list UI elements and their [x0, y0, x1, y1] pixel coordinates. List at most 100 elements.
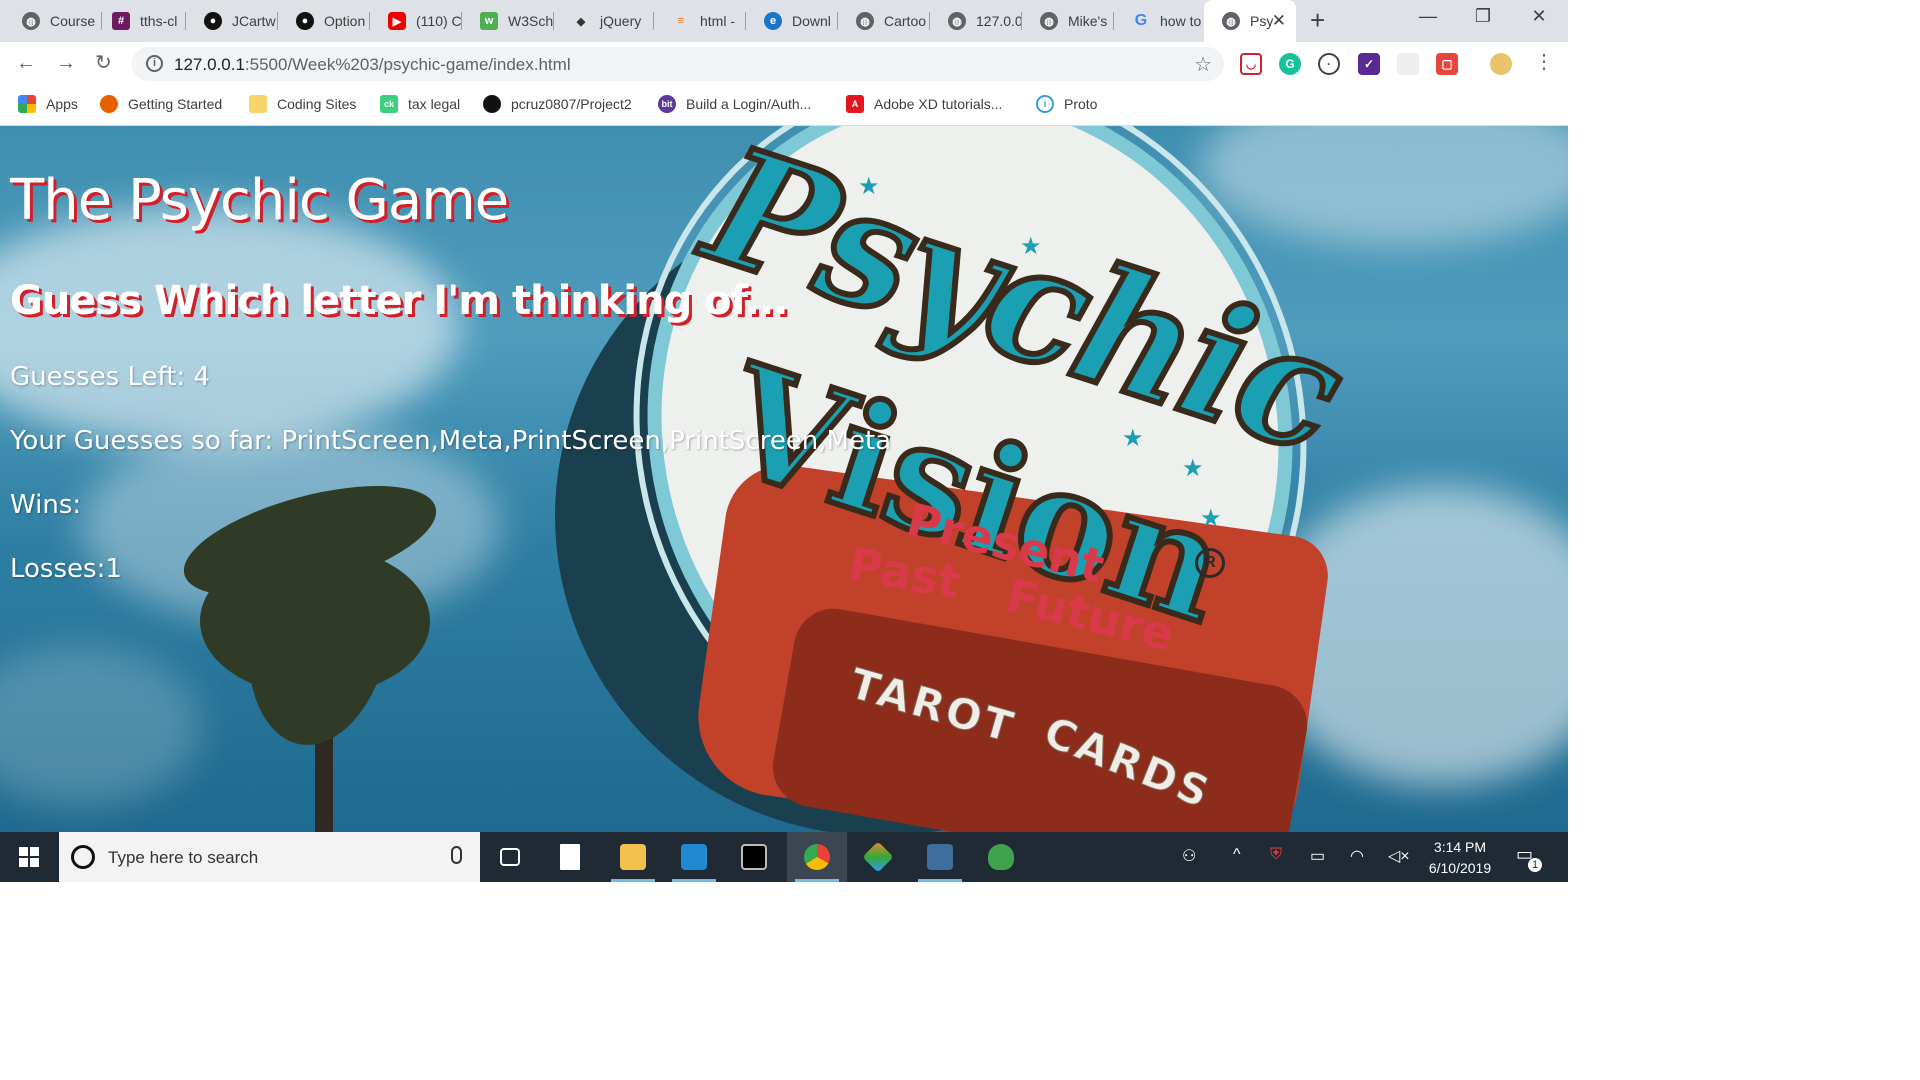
new-tab-button[interactable]: +: [1310, 6, 1325, 34]
edge-icon: e: [764, 12, 782, 30]
bookmark-adobe-xd[interactable]: A Adobe XD tutorials...: [846, 95, 1002, 113]
address-bar[interactable]: i 127.0.0.1:5500/Week%203/psychic-game/i…: [132, 47, 1224, 81]
info-icon[interactable]: i: [146, 55, 163, 72]
tab-html[interactable]: ≡ html -: [654, 8, 746, 34]
reload-icon[interactable]: ↻: [95, 52, 112, 74]
tab-jcartw[interactable]: ● JCartw: [186, 8, 278, 34]
tab-psychic-active[interactable]: ◍ Psy ✕: [1204, 0, 1296, 42]
bookmark-star-icon[interactable]: ☆: [1194, 52, 1212, 77]
taskbar-file[interactable]: [540, 832, 600, 882]
bookmark-label: tax legal: [408, 96, 461, 112]
bookmark-apps[interactable]: Apps: [18, 95, 78, 113]
back-arrow-icon[interactable]: ←: [16, 52, 36, 74]
taskbar-terminal[interactable]: [724, 832, 784, 882]
chevron-up-icon[interactable]: ^: [1233, 846, 1241, 864]
file-icon: [560, 844, 580, 870]
tab-localhost[interactable]: ◍ 127.0.0: [930, 8, 1022, 34]
tab-mikes[interactable]: ◍ Mike's: [1022, 8, 1114, 34]
url-text[interactable]: 127.0.0.1:5500/Week%203/psychic-game/ind…: [174, 55, 571, 75]
tab-w3schools[interactable]: w W3Sch: [462, 8, 554, 34]
taskbar-gitkraken[interactable]: [848, 832, 908, 882]
bookmark-label: Build a Login/Auth...: [686, 96, 812, 112]
volume-muted-icon[interactable]: ◁×: [1388, 846, 1410, 866]
tab-how-to[interactable]: G how to: [1114, 8, 1206, 34]
bookmark-tax-legal[interactable]: ck tax legal: [380, 95, 460, 113]
close-window-button[interactable]: ✕: [1517, 6, 1561, 27]
bookmark-getting-started[interactable]: Getting Started: [100, 95, 222, 113]
start-button[interactable]: [0, 832, 58, 882]
people-icon[interactable]: ⚇: [1182, 846, 1196, 866]
forward-arrow-icon[interactable]: →: [56, 52, 76, 74]
search-placeholder: Type here to search: [108, 848, 259, 867]
bookmark-label: Apps: [46, 96, 78, 112]
menu-kebab-icon[interactable]: ⋮: [1534, 51, 1554, 73]
system-clock[interactable]: 3:14 PM 6/10/2019: [1410, 837, 1510, 879]
tab-label: Psy: [1250, 13, 1274, 29]
vscode-icon: [681, 844, 707, 870]
browser-toolbar: ← → ↻ i 127.0.0.1:5500/Week%203/psychic-…: [0, 42, 1568, 86]
tab-label: (110) C: [416, 13, 462, 29]
tab-cartoon[interactable]: ◍ Cartoo: [838, 8, 930, 34]
taskbar-vscode[interactable]: [664, 832, 724, 882]
taskbar-robo[interactable]: [971, 832, 1031, 882]
github-icon: ●: [296, 12, 314, 30]
bookmark-build-login[interactable]: bit Build a Login/Auth...: [658, 95, 811, 113]
tab-tths[interactable]: # tths-cl: [94, 8, 186, 34]
tab-jquery[interactable]: ◆ jQuery: [554, 8, 654, 34]
tab-label: Mike's: [1068, 13, 1108, 29]
task-view-button[interactable]: [480, 832, 540, 882]
tab-download[interactable]: e Downl: [746, 8, 838, 34]
microphone-icon[interactable]: [451, 846, 462, 864]
w3schools-icon: w: [480, 12, 498, 30]
bookmark-coding-sites[interactable]: Coding Sites: [249, 95, 356, 113]
globe-icon: ◍: [22, 12, 40, 30]
robo-icon: [988, 844, 1014, 870]
game-instructions: Guess Which letter I'm thinking of...: [10, 278, 788, 324]
minimize-button[interactable]: —: [1406, 6, 1450, 27]
cortana-icon: [71, 845, 95, 869]
globe-icon: ◍: [1040, 12, 1058, 30]
restore-button[interactable]: ❐: [1461, 6, 1505, 27]
shield-tray-icon[interactable]: ⛨: [1270, 846, 1282, 864]
taskbar: Type here to search ⚇ ^ ⛨ ▭ ◠ ◁× 3:14 PM…: [0, 832, 1568, 882]
bookmarks-bar: Apps Getting Started Coding Sites ck tax…: [0, 86, 1568, 126]
tab-option[interactable]: ● Option: [278, 8, 370, 34]
terminal-icon: [741, 844, 767, 870]
avatar[interactable]: [1490, 53, 1512, 75]
grid-extension-icon[interactable]: [1397, 53, 1419, 75]
close-tab-icon[interactable]: ✕: [1272, 11, 1286, 31]
tab-label: 127.0.0: [976, 13, 1022, 29]
taskbar-chrome[interactable]: [787, 832, 847, 882]
ck-icon: ck: [380, 95, 398, 113]
bookmark-label: Proto: [1064, 96, 1098, 112]
bookmark-project2[interactable]: pcruz0807/Project2: [483, 95, 632, 113]
tab-label: Cartoo: [884, 13, 927, 29]
tab-youtube[interactable]: ▶ (110) C: [370, 8, 462, 34]
globe-icon: ◍: [1222, 12, 1240, 30]
git-icon: [862, 841, 894, 873]
clock-time: 3:14 PM: [1433, 839, 1487, 855]
taskbar-mysql[interactable]: [910, 832, 970, 882]
globe-icon: ◍: [856, 12, 874, 30]
bookmark-label: Coding Sites: [277, 96, 357, 112]
google-icon: G: [1134, 12, 1148, 29]
guesses-left: Guesses Left: 4: [10, 362, 211, 392]
tab-course[interactable]: ◍ Course: [4, 8, 102, 34]
bookmark-proto[interactable]: i Proto: [1036, 95, 1097, 113]
tab-label: JCartw: [232, 13, 276, 29]
checkbox-extension-icon[interactable]: ✓: [1358, 53, 1380, 75]
tab-label: W3Sch: [508, 13, 554, 29]
pocket-extension-icon[interactable]: ◡: [1240, 53, 1262, 75]
shield-extension-icon[interactable]: ▢: [1436, 53, 1458, 75]
github-icon: [483, 95, 501, 113]
wifi-icon[interactable]: ◠: [1350, 846, 1364, 866]
registered-mark: R: [1195, 548, 1225, 578]
battery-icon[interactable]: ▭: [1310, 846, 1325, 866]
taskbar-file-explorer[interactable]: [603, 832, 663, 882]
code-extension-icon[interactable]: ·: [1318, 53, 1340, 75]
grammarly-extension-icon[interactable]: G: [1279, 53, 1301, 75]
tab-label: Option: [324, 13, 366, 29]
guesses-so-far: Your Guesses so far: PrintScreen,Meta,Pr…: [10, 426, 892, 456]
taskbar-search[interactable]: Type here to search: [59, 832, 480, 882]
windows-icon: [19, 847, 39, 867]
